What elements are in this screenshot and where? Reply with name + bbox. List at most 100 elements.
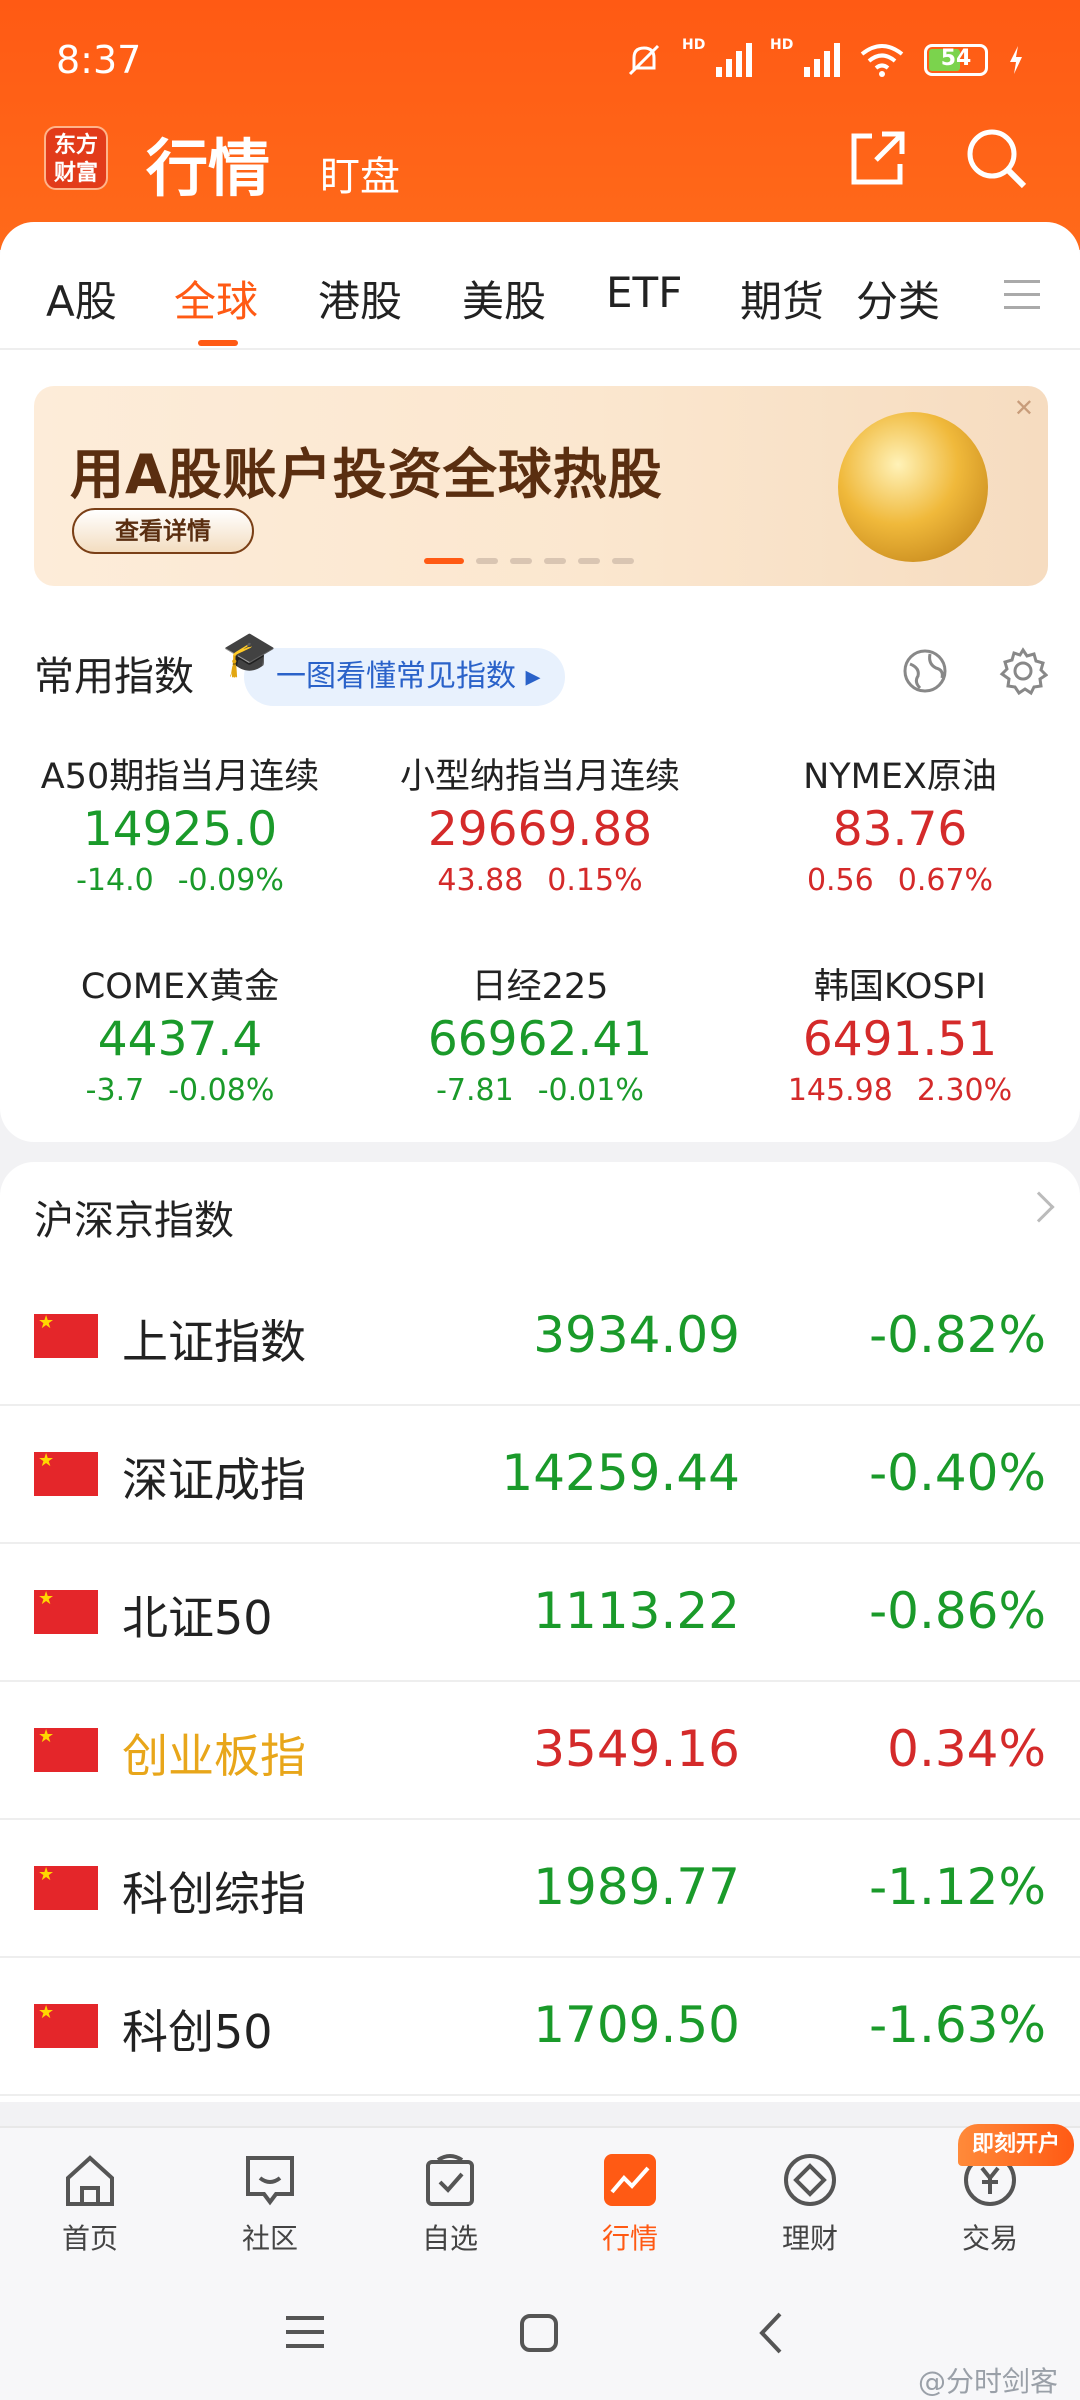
- settings-gear-icon[interactable]: [998, 646, 1048, 696]
- nav-trade[interactable]: 交易: [930, 2150, 1050, 2257]
- close-icon[interactable]: ✕: [1014, 394, 1034, 422]
- tab-us[interactable]: 美股: [462, 268, 546, 329]
- index-name: COMEX黄金: [80, 967, 280, 1007]
- row-price: 3549.16: [533, 1720, 740, 1778]
- index-cell[interactable]: A50期指当月连续 14925.0 -14.0 -0.09%: [0, 748, 360, 898]
- globe-switch-icon[interactable]: [900, 646, 950, 696]
- tab-menu-icon[interactable]: [1004, 280, 1040, 319]
- index-value: 4437.4: [97, 1012, 263, 1067]
- trend-chart-icon: [604, 2154, 656, 2206]
- battery-icon: 54: [924, 44, 988, 76]
- index-value: 6491.51: [802, 1012, 998, 1067]
- row-name: 深证成指: [122, 1453, 306, 1507]
- row-price: 1709.50: [533, 1996, 740, 2054]
- nav-label: 社区: [241, 2222, 298, 2255]
- tab-indicator: [198, 340, 238, 346]
- watch-tab[interactable]: 盯盘: [320, 144, 400, 202]
- promo-banner[interactable]: 用A股账户投资全球热股 查看详情 ✕: [34, 386, 1048, 586]
- search-icon[interactable]: [962, 124, 1032, 194]
- row-pct: -0.40%: [869, 1444, 1046, 1502]
- row-pct: -1.63%: [869, 1996, 1046, 2054]
- watermark: @分时剑客: [917, 2365, 1058, 2398]
- row-name: 创业板指: [122, 1729, 306, 1783]
- row-price: 14259.44: [501, 1444, 740, 1502]
- tab-etf[interactable]: ETF: [606, 268, 682, 317]
- row-price: 3934.09: [533, 1306, 740, 1364]
- tab-futures[interactable]: 期货: [740, 268, 824, 329]
- index-pct: -0.08%: [168, 1073, 275, 1108]
- index-pct: 0.15%: [547, 863, 643, 898]
- nav-market[interactable]: 行情: [570, 2150, 690, 2257]
- index-pct: -0.09%: [177, 863, 284, 898]
- table-row[interactable]: 深证成指 14259.44 -0.40%: [0, 1406, 1080, 1544]
- market-tabs: A股 全球 港股 美股 ETF 期货 分类: [0, 222, 1080, 350]
- table-row[interactable]: 科创50 1709.50 -1.63%: [0, 1958, 1080, 2096]
- index-name: 小型纳指当月连续: [399, 757, 680, 797]
- charging-icon: [1010, 46, 1022, 74]
- index-cell[interactable]: 日经225 66962.41 -7.81 -0.01%: [360, 958, 720, 1108]
- banner-pager: [424, 558, 634, 564]
- table-row[interactable]: 科创综指 1989.77 -1.12%: [0, 1820, 1080, 1958]
- back-icon[interactable]: [756, 2310, 786, 2356]
- wealth-diamond-icon: [784, 2154, 836, 2206]
- row-pct: -0.82%: [869, 1306, 1046, 1364]
- nav-label: 首页: [61, 2222, 118, 2255]
- share-icon[interactable]: [842, 124, 912, 194]
- row-name: 科创50: [122, 2005, 273, 2059]
- china-flag-icon: [34, 1588, 98, 1634]
- wifi-icon: [860, 44, 904, 77]
- index-cell[interactable]: 韩国KOSPI 6491.51 145.98 2.30%: [720, 958, 1080, 1108]
- globe-icon: [838, 412, 988, 562]
- index-value: 29669.88: [427, 802, 653, 857]
- status-icons: HD HD 54: [624, 37, 1024, 80]
- row-name: 上证指数: [122, 1315, 306, 1369]
- nav-watchlist[interactable]: 自选: [390, 2150, 510, 2257]
- index-cell[interactable]: NYMEX原油 83.76 0.56 0.67%: [720, 748, 1080, 898]
- row-pct: 0.34%: [887, 1720, 1046, 1778]
- nav-wealth[interactable]: 理财: [750, 2150, 870, 2257]
- row-pct: -0.86%: [869, 1582, 1046, 1640]
- china-flag-icon: [34, 1312, 98, 1358]
- chat-icon: [246, 2156, 294, 2206]
- table-row[interactable]: 北证50 1113.22 -0.86%: [0, 1544, 1080, 1682]
- row-name: 北证50: [122, 1591, 273, 1645]
- domestic-indices-title[interactable]: 沪深京指数: [34, 1188, 234, 1246]
- index-cell[interactable]: 小型纳指当月连续 29669.88 43.88 0.15%: [360, 748, 720, 898]
- index-change: 43.88: [437, 863, 524, 898]
- nav-label: 自选: [421, 2222, 478, 2255]
- tab-a-share[interactable]: A股: [46, 268, 117, 329]
- tab-hk[interactable]: 港股: [318, 268, 402, 329]
- app-logo: 东方 财富: [44, 126, 108, 190]
- status-time: 8:37: [56, 38, 142, 82]
- tab-global[interactable]: 全球: [174, 268, 258, 329]
- banner-detail-button[interactable]: 查看详情: [72, 508, 254, 554]
- indices-guide-link[interactable]: 一图看懂常见指数 ▸: [244, 648, 565, 706]
- china-flag-icon: [34, 1726, 98, 1772]
- index-change: -7.81: [436, 1073, 514, 1108]
- china-flag-icon: [34, 1864, 98, 1910]
- index-cell[interactable]: COMEX黄金 4437.4 -3.7 -0.08%: [0, 958, 360, 1108]
- index-change: -14.0: [76, 863, 154, 898]
- table-row[interactable]: 上证指数 3934.09 -0.82%: [0, 1268, 1080, 1406]
- open-account-badge[interactable]: 即刻开户: [958, 2124, 1074, 2166]
- common-indices-title: 常用指数: [34, 654, 194, 700]
- home-square-icon[interactable]: [518, 2312, 560, 2354]
- title-row: 东方 财富 行情 盯盘: [0, 118, 1080, 218]
- signal-2-icon: HD: [770, 37, 840, 77]
- china-flag-icon: [34, 2002, 98, 2048]
- nav-label: 理财: [781, 2222, 838, 2255]
- nav-community[interactable]: 社区: [210, 2150, 330, 2257]
- page-title: 行情: [146, 132, 271, 205]
- index-pct: 0.67%: [897, 863, 994, 898]
- index-name: A50期指当月连续: [40, 757, 320, 797]
- nav-label: 行情: [601, 2222, 658, 2255]
- nav-home[interactable]: 首页: [30, 2150, 150, 2257]
- table-row[interactable]: 创业板指 3549.16 0.34%: [0, 1682, 1080, 1820]
- menu-icon[interactable]: [284, 2312, 326, 2352]
- tab-category[interactable]: 分类: [856, 268, 940, 329]
- mute-bell-icon: [628, 44, 660, 76]
- banner-headline: 用A股账户投资全球热股: [70, 443, 663, 506]
- checklist-icon: [426, 2154, 474, 2206]
- signal-1-icon: HD: [682, 37, 752, 77]
- index-value: 14925.0: [82, 802, 278, 857]
